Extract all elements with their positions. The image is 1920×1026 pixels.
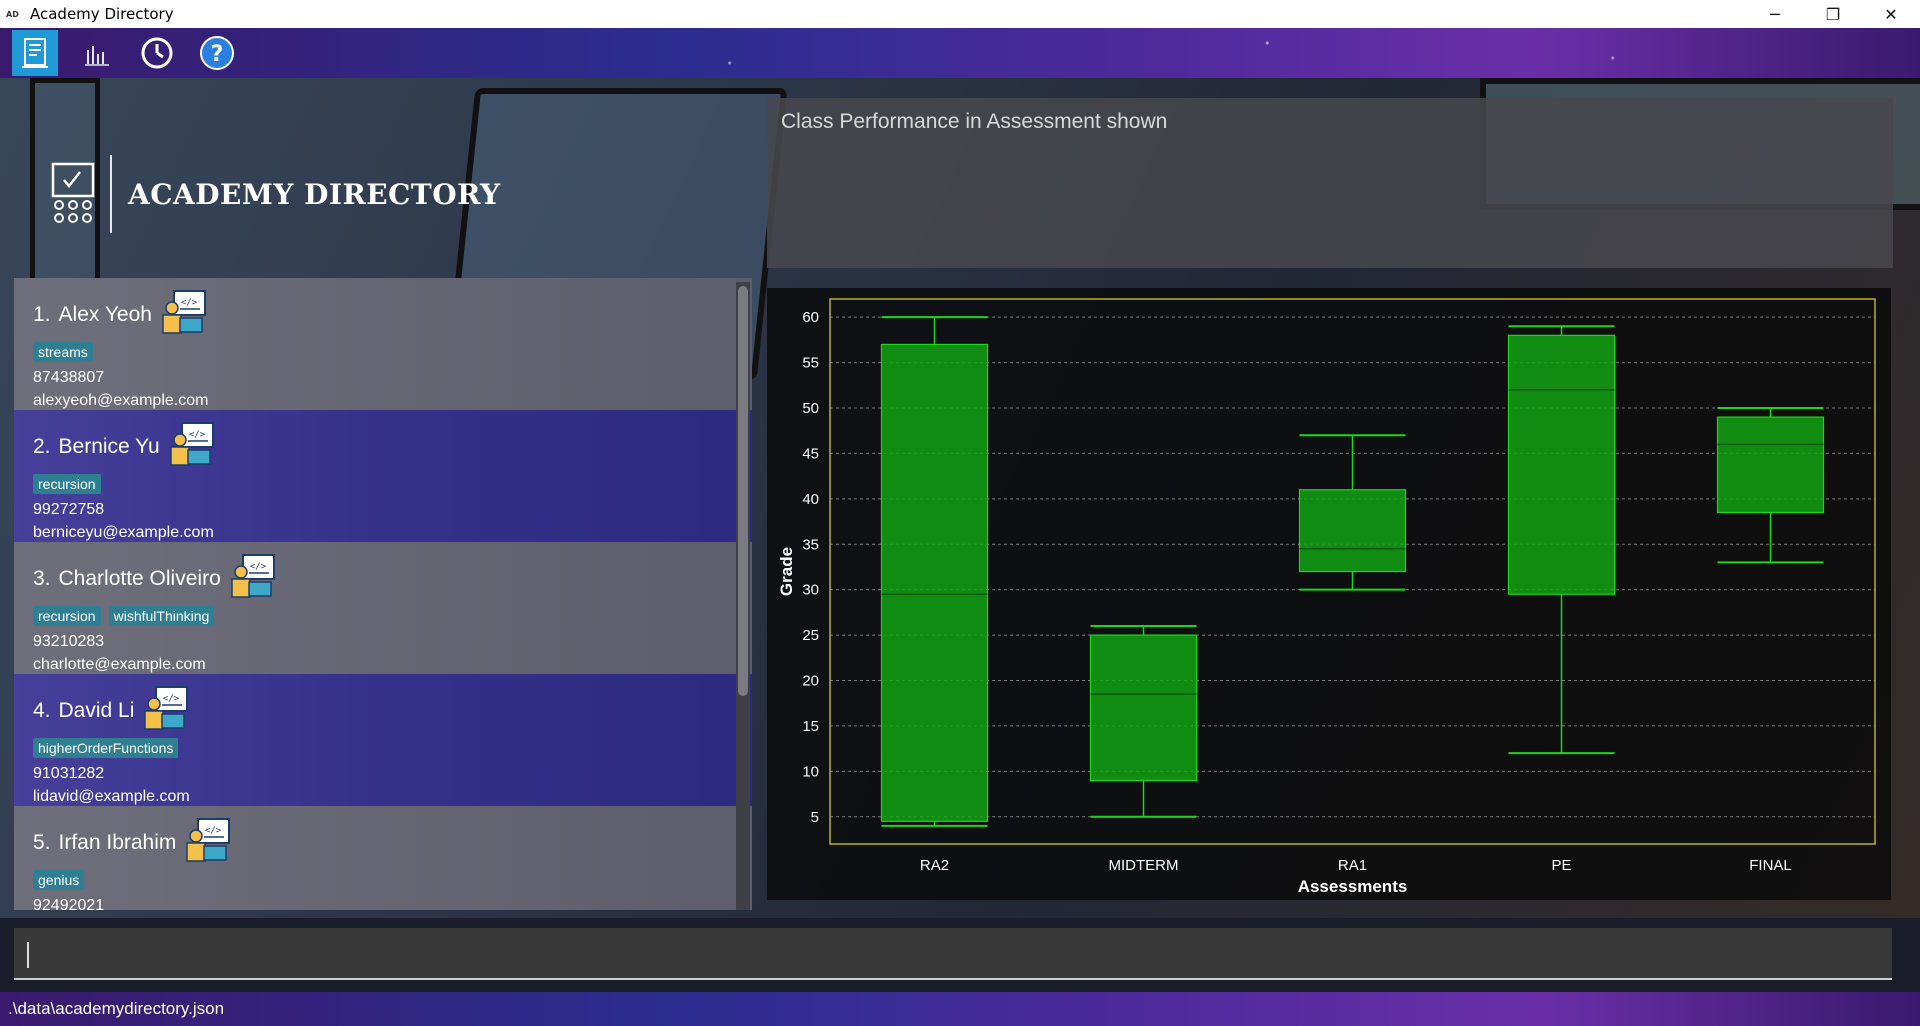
status-bar: .\data\academydirectory.json	[0, 992, 1920, 1026]
scrollbar-thumb[interactable]	[738, 286, 748, 696]
toolbar: ?	[0, 28, 1920, 78]
box-iqr	[1507, 334, 1616, 595]
y-tick-label: 10	[802, 763, 819, 780]
y-tick-label: 55	[802, 355, 819, 372]
student-name: Alex Yeoh	[58, 303, 152, 326]
result-text: Class Performance in Assessment shown	[781, 110, 1168, 133]
svg-text:</>: </>	[250, 562, 267, 572]
student-tag: wishfulThinking	[108, 606, 215, 626]
student-email: alexyeoh@example.com	[33, 392, 209, 409]
student-phone: 92492021	[33, 897, 105, 910]
student-tag: higherOrderFunctions	[33, 738, 179, 758]
y-tick-label: 15	[802, 718, 819, 735]
student-index: 3.	[33, 567, 51, 590]
y-tick-label: 25	[802, 627, 819, 644]
student-tag: recursion	[33, 606, 101, 626]
history-button[interactable]	[134, 30, 180, 76]
list-item[interactable]: 4. David Li </> higherOrderFunctions 910…	[14, 674, 752, 806]
maximize-button[interactable]: ❐	[1804, 0, 1862, 28]
student-index: 4.	[33, 699, 51, 722]
chart-icon	[85, 46, 109, 66]
student-avatar-icon: </>	[229, 552, 277, 606]
student-avatar-icon: </>	[168, 420, 216, 474]
window-controls: ─ ❐ ✕	[1746, 0, 1920, 28]
text-caret	[27, 942, 29, 968]
student-index: 1.	[33, 303, 51, 326]
student-phone: 87438807	[33, 369, 105, 386]
student-name: Charlotte Oliveiro	[58, 567, 221, 590]
svg-text:?: ?	[211, 42, 224, 67]
y-tick-label: 30	[802, 582, 819, 599]
classroom-logo-icon	[51, 162, 95, 223]
y-tick-label: 50	[802, 400, 819, 417]
x-tick-label: RA2	[920, 857, 949, 874]
x-axis-label: Assessments	[1298, 877, 1408, 896]
app-brand-name: ACADEMY DIRECTORY	[128, 177, 501, 211]
student-email: lidavid@example.com	[33, 788, 190, 805]
list-scrollbar[interactable]	[736, 282, 750, 910]
box-iqr	[1716, 416, 1825, 514]
student-phone: 91031282	[33, 765, 105, 782]
y-tick-label: 5	[811, 809, 819, 826]
box-iqr	[880, 343, 989, 822]
student-avatar-icon: </>	[142, 684, 190, 738]
student-email: berniceyu@example.com	[33, 524, 214, 541]
student-avatar-icon: </>	[160, 288, 208, 342]
brand-header: ACADEMY DIRECTORY	[50, 155, 501, 233]
y-tick-label: 20	[802, 673, 819, 690]
command-box[interactable]	[14, 928, 1892, 980]
student-index: 2.	[33, 435, 51, 458]
data-file-path: .\data\academydirectory.json	[8, 999, 225, 1018]
window-title: Academy Directory	[30, 5, 174, 23]
directory-view-icon	[22, 38, 48, 68]
x-tick-label: MIDTERM	[1109, 857, 1179, 874]
assessment-boxplot: 5 10 15 20 25 30 35 40 45 50 55 60 RA2 MIDTERM RA1 PE FI…	[777, 298, 1876, 896]
student-name: Irfan Ibrahim	[58, 831, 177, 854]
student-email: charlotte@example.com	[33, 656, 206, 673]
list-item[interactable]: 1. Alex Yeoh </> streams 87438807 alexye…	[14, 278, 752, 410]
student-name: David Li	[58, 699, 135, 722]
history-icon	[141, 37, 173, 69]
app-icon: AD	[6, 9, 19, 19]
student-index: 5.	[33, 831, 51, 854]
chart-panel: 5 10 15 20 25 30 35 40 45 50 55 60 RA2 MIDTERM RA1 PE FI…	[767, 288, 1891, 900]
minimize-button[interactable]: ─	[1746, 0, 1804, 28]
y-tick-label: 60	[802, 309, 819, 326]
x-tick-label: PE	[1551, 857, 1571, 874]
list-item[interactable]: 5. Irfan Ibrahim </> genius 92492021	[14, 806, 752, 910]
svg-text:</>: </>	[189, 430, 206, 440]
title-bar: AD Academy Directory ─ ❐ ✕	[0, 0, 1920, 28]
y-axis-label: Grade	[777, 547, 796, 596]
svg-text:</>: </>	[181, 298, 198, 308]
student-tag: recursion	[33, 474, 101, 494]
y-tick-label: 40	[802, 491, 819, 508]
toolbar-background	[0, 28, 1920, 78]
student-phone: 93210283	[33, 633, 105, 650]
box-iqr	[1298, 489, 1407, 573]
student-tag: genius	[33, 870, 85, 890]
result-display: Class Performance in Assessment shown	[767, 98, 1893, 268]
x-tick-label: RA1	[1338, 857, 1367, 874]
list-item[interactable]: 3. Charlotte Oliveiro </> recursion wish…	[14, 542, 752, 674]
directory-view-button[interactable]	[12, 30, 58, 76]
help-icon: ?	[200, 36, 234, 70]
x-tick-label: FINAL	[1749, 857, 1792, 874]
list-item[interactable]: 2. Bernice Yu </> recursion 99272758 ber…	[14, 410, 752, 542]
student-list[interactable]: 1. Alex Yeoh </> streams 87438807 alexye…	[14, 278, 752, 910]
student-phone: 99272758	[33, 501, 105, 518]
y-tick-label: 35	[802, 536, 819, 553]
svg-text:</>: </>	[163, 694, 180, 704]
box-iqr	[1089, 634, 1198, 782]
student-tag: streams	[33, 342, 93, 362]
student-name: Bernice Yu	[58, 435, 160, 458]
student-avatar-icon: </>	[184, 816, 232, 870]
brand-divider	[110, 155, 112, 233]
y-tick-label: 45	[802, 445, 819, 462]
help-button[interactable]: ?	[194, 30, 240, 76]
chart-button[interactable]	[74, 30, 120, 76]
close-button[interactable]: ✕	[1862, 0, 1920, 28]
svg-text:</>: </>	[205, 826, 222, 836]
